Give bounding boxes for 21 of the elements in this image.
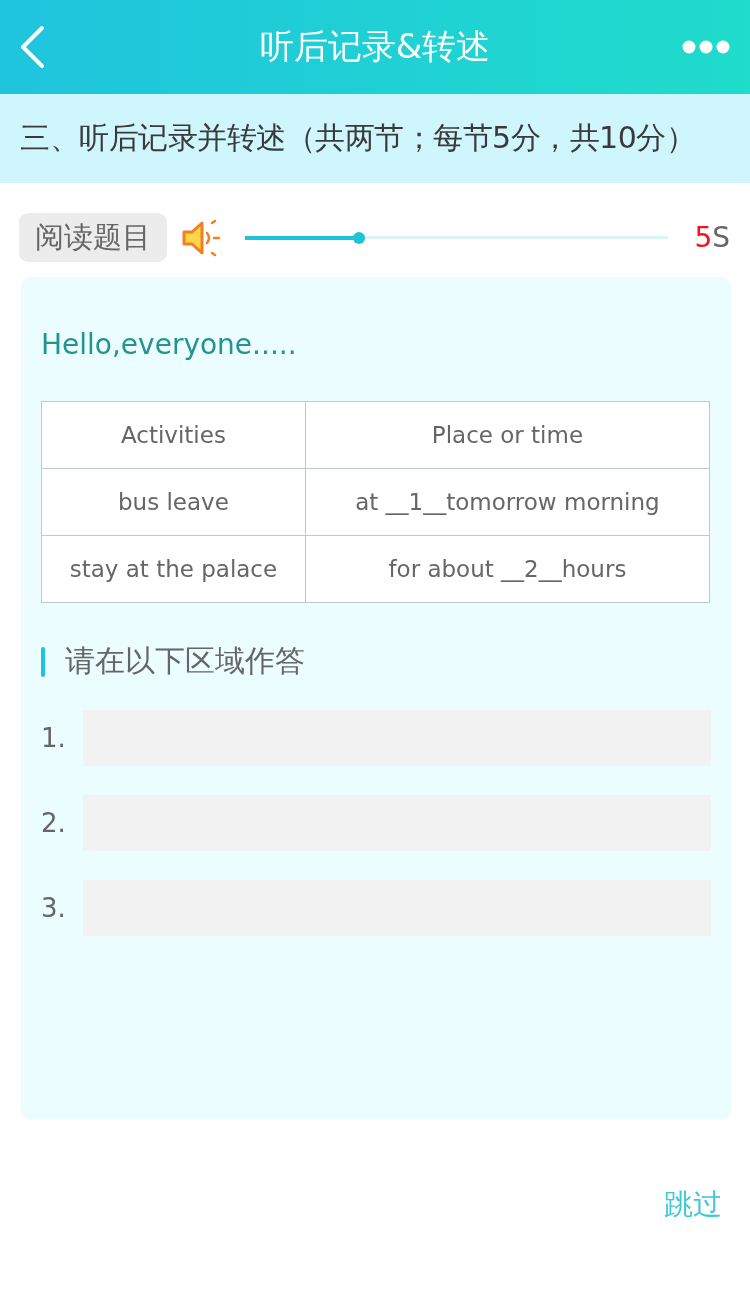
answer-number: 2. <box>41 808 67 838</box>
answer-number: 1. <box>41 723 67 753</box>
answer-heading: 请在以下区域作答 <box>65 642 305 680</box>
table-header-cell: Place or time <box>305 401 710 469</box>
speaker-icon[interactable] <box>181 217 221 258</box>
countdown-unit: S <box>712 221 730 254</box>
table-header-cell: Activities <box>41 401 306 469</box>
read-question-button[interactable]: 阅读题目 <box>19 213 167 262</box>
back-icon[interactable] <box>18 25 46 69</box>
table-cell: stay at the palace <box>41 535 306 603</box>
accent-bar-icon <box>41 646 45 677</box>
answer-number: 3. <box>41 893 67 923</box>
table-cell: bus leave <box>41 468 306 536</box>
section-title: 三、听后记录并转述（共两节；每节5分，共10分） <box>20 119 696 157</box>
slider-thumb[interactable] <box>353 231 366 244</box>
page-title: 听后记录&转述 <box>259 25 491 68</box>
table-cell: at __1__tomorrow morning <box>305 468 710 536</box>
more-icon[interactable] <box>682 40 730 54</box>
countdown-number: 5 <box>694 221 713 254</box>
table-cell: for about __2__hours <box>305 535 710 603</box>
passage-intro: Hello,everyone..... <box>41 327 298 363</box>
